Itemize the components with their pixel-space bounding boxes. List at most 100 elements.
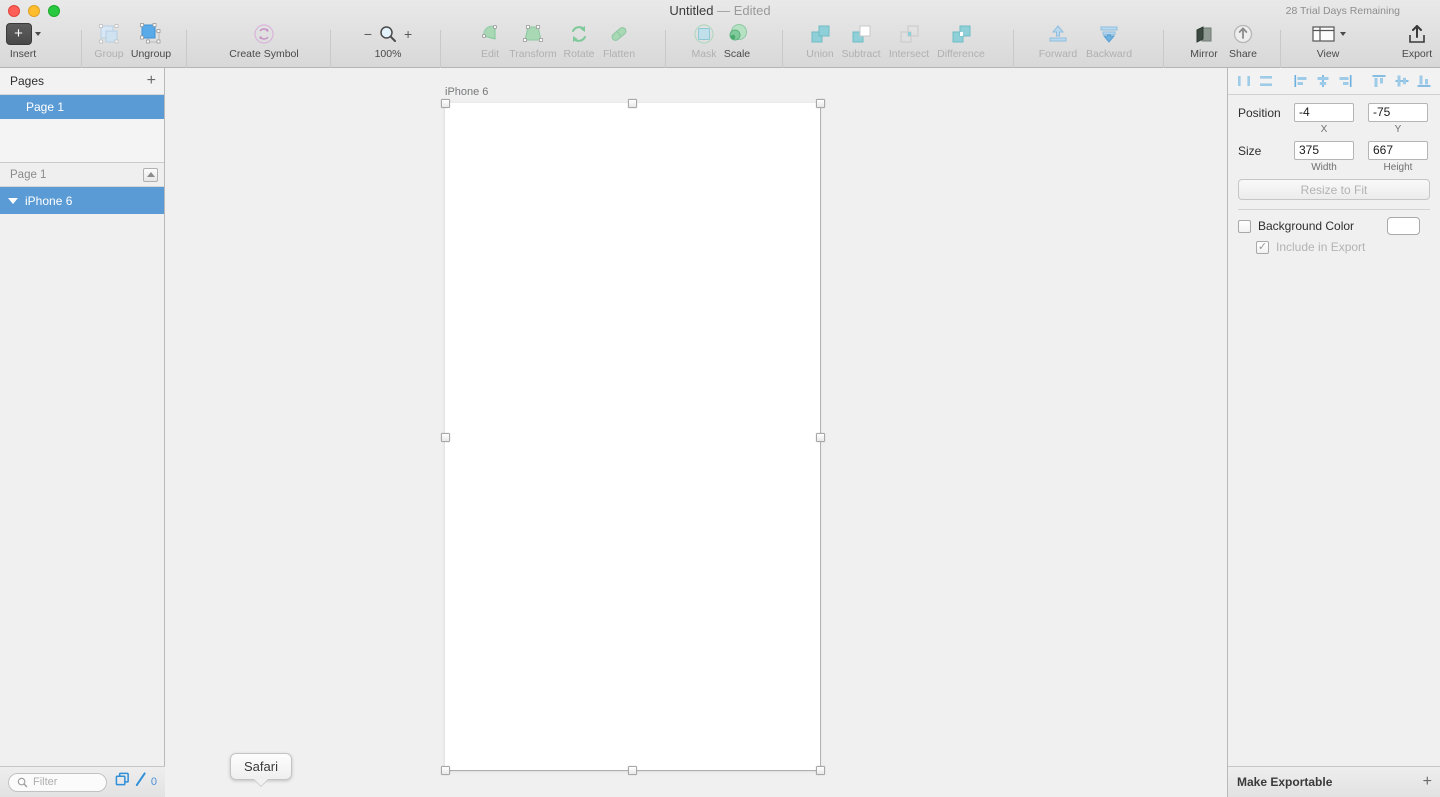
toolbar-item-zoom[interactable]: − + 100% xyxy=(358,20,418,60)
background-color-swatch[interactable] xyxy=(1387,217,1420,235)
resize-handle-middle-left[interactable] xyxy=(441,433,450,442)
position-label: Position xyxy=(1238,105,1281,120)
toolbar-label-insert: Insert xyxy=(9,48,37,60)
alignment-toolbar xyxy=(1228,68,1440,95)
pages-title: Pages xyxy=(10,74,45,88)
rotate-icon xyxy=(567,20,591,47)
toolbar-item-share[interactable]: Share xyxy=(1221,20,1265,60)
checkmark-icon: ✓ xyxy=(1257,240,1268,253)
disclosure-triangle-icon[interactable] xyxy=(8,197,18,204)
toolbar-item-ungroup[interactable]: Ungroup xyxy=(127,20,175,60)
artboard-iphone6[interactable] xyxy=(445,103,820,770)
size-row: Size 375 667 xyxy=(1238,141,1430,160)
size-width-input[interactable]: 375 xyxy=(1294,141,1354,160)
toolbar-label-share: Share xyxy=(1228,48,1258,60)
toolbar-item-transform[interactable]: Transform xyxy=(505,20,561,60)
symbol-icon xyxy=(252,20,276,47)
resize-handle-bottom-center[interactable] xyxy=(628,766,637,775)
resize-to-fit-button[interactable]: Resize to Fit xyxy=(1238,179,1430,200)
artboard-label[interactable]: iPhone 6 xyxy=(445,86,488,98)
distribute-v-icon[interactable] xyxy=(1256,71,1276,91)
align-right-icon[interactable] xyxy=(1335,71,1355,91)
size-height-input[interactable]: 667 xyxy=(1368,141,1428,160)
filter-placeholder: Filter xyxy=(33,776,58,788)
toolbar-separator xyxy=(81,30,82,70)
toolbar-item-export[interactable]: Export xyxy=(1394,20,1440,60)
add-page-button[interactable]: + xyxy=(147,73,156,89)
transform-icon xyxy=(521,20,545,47)
toolbar-item-insert[interactable]: + Insert xyxy=(2,20,44,60)
toolbar-label-intersect: Intersect xyxy=(888,48,930,60)
toolbar-label-edit: Edit xyxy=(480,48,500,60)
toolbar-item-mirror[interactable]: Mirror xyxy=(1182,20,1226,60)
duplicate-icon[interactable] xyxy=(115,772,130,792)
toolbar-separator xyxy=(665,30,666,70)
align-middle-v-icon[interactable] xyxy=(1391,71,1411,91)
make-exportable-label: Make Exportable xyxy=(1237,775,1333,789)
position-x-input[interactable]: -4 xyxy=(1294,103,1354,122)
subtract-icon xyxy=(849,20,873,47)
toolbar-item-flatten[interactable]: Flatten xyxy=(596,20,642,60)
layers-header: Page 1 xyxy=(0,163,164,187)
background-color-checkbox[interactable] xyxy=(1238,219,1251,233)
align-top-icon[interactable] xyxy=(1369,71,1389,91)
align-center-h-icon[interactable] xyxy=(1313,71,1333,91)
dock-tooltip: Safari xyxy=(230,753,292,780)
toolbar-item-forward[interactable]: Forward xyxy=(1032,20,1084,60)
toolbar-item-view[interactable]: View xyxy=(1306,20,1350,60)
toolbar-label-scale: Scale xyxy=(723,48,751,60)
zoom-out-button[interactable]: − xyxy=(364,27,372,41)
minimize-button[interactable] xyxy=(28,5,40,17)
pen-icon[interactable] xyxy=(134,772,147,792)
filter-input[interactable]: Filter xyxy=(8,772,107,792)
make-exportable-footer: Make Exportable + xyxy=(1228,766,1440,797)
position-row: Position -4 -75 xyxy=(1238,103,1430,122)
mask-icon xyxy=(692,20,716,47)
layer-row[interactable]: iPhone 6 xyxy=(0,187,164,214)
layer-row-label: iPhone 6 xyxy=(25,193,73,208)
resize-handle-top-left[interactable] xyxy=(441,99,450,108)
toolbar-label-rotate: Rotate xyxy=(563,48,595,60)
toolbar-separator xyxy=(1280,30,1281,70)
resize-handle-middle-right[interactable] xyxy=(816,433,825,442)
export-icon xyxy=(1405,20,1429,47)
toolbar-item-group[interactable]: Group xyxy=(88,20,130,60)
add-export-button[interactable]: + xyxy=(1423,774,1432,790)
edited-status: Edited xyxy=(733,3,771,18)
toolbar-separator xyxy=(330,30,331,70)
difference-icon xyxy=(949,20,973,47)
edit-icon xyxy=(478,20,502,47)
layer-count: 0 xyxy=(150,776,157,788)
maximize-button[interactable] xyxy=(48,5,60,17)
toolbar-item-difference[interactable]: Difference xyxy=(932,20,990,60)
include-in-export-checkbox[interactable]: ✓ xyxy=(1256,240,1269,254)
align-left-icon[interactable] xyxy=(1290,71,1310,91)
plus-icon: + xyxy=(5,20,41,47)
position-y-input[interactable]: -75 xyxy=(1368,103,1428,122)
resize-handle-top-center[interactable] xyxy=(628,99,637,108)
position-x-sublabel: X xyxy=(1320,124,1328,135)
toolbar-item-backward[interactable]: Backward xyxy=(1080,20,1138,60)
resize-handle-bottom-left[interactable] xyxy=(441,766,450,775)
zoom-in-button[interactable]: + xyxy=(404,27,412,41)
distribute-h-icon[interactable] xyxy=(1234,71,1254,91)
page-list-item-label: Page 1 xyxy=(26,100,65,114)
toolbar-label-ungroup: Ungroup xyxy=(130,48,172,60)
toolbar-separator xyxy=(1163,30,1164,70)
magnifier-icon: − + xyxy=(364,20,412,47)
toolbar-item-subtract[interactable]: Subtract xyxy=(834,20,888,60)
flatten-icon xyxy=(607,20,631,47)
position-y-sublabel: Y xyxy=(1394,124,1402,135)
toolbar-item-scale[interactable]: Scale xyxy=(717,20,757,60)
collapse-pages-button[interactable] xyxy=(143,167,158,182)
resize-handle-top-right[interactable] xyxy=(816,99,825,108)
resize-handle-bottom-right[interactable] xyxy=(816,766,825,775)
close-button[interactable] xyxy=(8,5,20,17)
size-label: Size xyxy=(1238,143,1262,158)
canvas-area[interactable]: iPhone 6 Safari xyxy=(165,68,1227,797)
dock-tooltip-label: Safari xyxy=(244,759,278,774)
toolbar-item-create-symbol[interactable]: Create Symbol xyxy=(216,20,312,60)
page-list-item[interactable]: Page 1 xyxy=(0,95,164,119)
align-bottom-icon[interactable] xyxy=(1414,71,1434,91)
toolbar-item-intersect[interactable]: Intersect xyxy=(882,20,936,60)
